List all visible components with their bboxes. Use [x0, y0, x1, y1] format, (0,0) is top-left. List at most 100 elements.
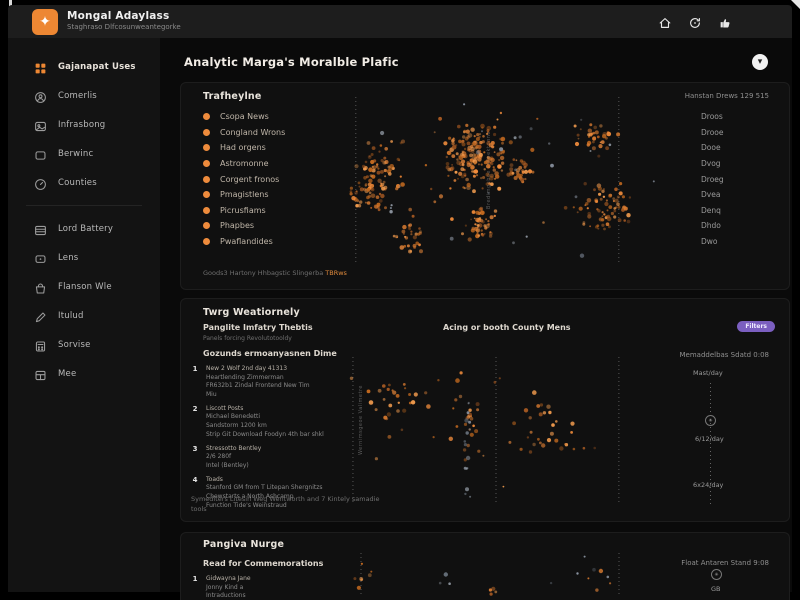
card2-column1-subtitle: Panels forcing Revolutotooldy: [203, 335, 292, 342]
card2-timeline-top-label: Mast/day: [693, 369, 723, 377]
list-item-line: Liscott Posts: [206, 405, 324, 414]
legend-row[interactable]: Pwaflandides: [203, 234, 285, 250]
card2-filter-badge[interactable]: Filters: [737, 321, 775, 332]
legend-row[interactable]: Picrusfiams: [203, 203, 285, 219]
card1-title: Trafheylne: [203, 91, 262, 102]
page-action-button[interactable]: ▾: [752, 54, 768, 70]
list-item-line: Stanford GM from T Litepan Shergnitzs: [206, 484, 323, 493]
card-weather-summary: Twrg Weatiornely Panglite Imfatry Thebti…: [180, 298, 790, 522]
list-item-line: FR632b1 Zindal Frontend New Tim: [206, 382, 310, 391]
card2-timeline-glyph-icon: ✳: [705, 415, 716, 426]
sidebar-item-counties[interactable]: Counties: [8, 168, 160, 197]
card2-column1-title: Panglite Imfatry Thebtis: [203, 323, 313, 332]
value-cell: Droeg: [701, 171, 724, 187]
refresh-icon[interactable]: [688, 15, 702, 29]
sidebar-item-label: Comerlis: [58, 91, 97, 101]
gauge-icon: [34, 176, 47, 189]
card2-column2-title: Acing or booth County Mens: [443, 323, 571, 332]
user-badge-icon[interactable]: [718, 15, 732, 29]
sidebar-item-label: Sorvise: [58, 340, 91, 350]
legend-dot-icon: [203, 160, 210, 167]
value-cell: Dvog: [701, 156, 724, 172]
legend-label: Astromonne: [220, 159, 269, 168]
sidebar: Gajanapat Uses Comerlis InfrasbongBerwincC…: [8, 38, 160, 592]
sidebar-item-itulud[interactable]: Itulud: [8, 301, 160, 330]
card1-footer-text: Goods3 Hartony Hhbagstic Slingerba: [203, 269, 323, 277]
sidebar-item-mee[interactable]: Mee: [8, 359, 160, 388]
list-item-line: Gidwayna Jane: [206, 575, 251, 584]
home-icon[interactable]: [658, 15, 672, 29]
bag-icon: [34, 280, 47, 293]
legend-dot-icon: [203, 129, 210, 136]
list-item: 3Stressotto Bentley2/6 280fIntel (Bentle…: [191, 445, 339, 471]
legend-row[interactable]: Csopa News: [203, 109, 285, 125]
value-cell: Dooe: [701, 140, 724, 156]
value-cell: Dvea: [701, 187, 724, 203]
legend-row[interactable]: Congland Wrons: [203, 125, 285, 141]
card3-numbered-list: 1 Gidwayna JaneJonny Kind aIntraductions: [191, 575, 339, 600]
legend-label: Pmagistlens: [220, 190, 269, 199]
list-item-line: Sandstorm 1200 km: [206, 422, 324, 431]
legend-row[interactable]: Pmagistlens: [203, 187, 285, 203]
card2-footer: Symediters Litesin Weg Wentworth and 7 K…: [191, 495, 379, 515]
card1-footer-link[interactable]: TBRws: [325, 269, 347, 277]
card1-footer: Goods3 Hartony Hhbagstic Slingerba TBRws: [203, 269, 347, 277]
sidebar-divider: [26, 205, 142, 206]
legend-row[interactable]: Had orgens: [203, 140, 285, 156]
legend-dot-icon: [203, 144, 210, 151]
rows-icon: [34, 222, 47, 235]
sidebar-item-flanson-wle[interactable]: Flanson Wle: [8, 272, 160, 301]
list-item-line: New 2 Wolf 2nd day 41313: [206, 365, 310, 374]
sidebar-item-infrasbong[interactable]: Infrasbong: [8, 110, 160, 139]
sidebar-item-lens[interactable]: Lens: [8, 243, 160, 272]
legend-dot-icon: [203, 207, 210, 214]
list-item-line: Stressotto Bentley: [206, 445, 261, 454]
legend-dot-icon: [203, 176, 210, 183]
list-item-line: Heartlending Zimmerman: [206, 374, 310, 383]
legend-label: Corgent fronos: [220, 175, 279, 184]
list-item-line: Toads: [206, 476, 323, 485]
sidebar-item-label: Mee: [58, 369, 76, 379]
card-pangiva: Pangiva Nurge Read for Commemorations Fl…: [180, 532, 790, 600]
list-item: 1 Gidwayna JaneJonny Kind aIntraductions: [191, 575, 339, 600]
sidebar-item-comerlis[interactable]: Comerlis: [8, 81, 160, 110]
list-item-line: Intraductions: [206, 592, 251, 600]
list-item-number: 2: [191, 405, 199, 440]
app-title: Mongal Adaylass: [67, 11, 181, 23]
sidebar-item-berwinc[interactable]: Berwinc: [8, 139, 160, 168]
list-item: 2 Liscott PostsMichael BenedettiSandstorm…: [191, 405, 339, 440]
legend-label: Phapbes: [220, 221, 254, 230]
card3-glyph-icon: ✳: [711, 569, 722, 580]
list-item-lines: Gidwayna JaneJonny Kind aIntraductions: [206, 575, 251, 600]
value-cell: Dhdo: [701, 218, 724, 234]
sidebar-item-sorvise[interactable]: Sorvise: [8, 330, 160, 359]
sidebar-item-gajanapat-uses[interactable]: Gajanapat Uses: [8, 52, 160, 81]
legend-row[interactable]: Corgent fronos: [203, 171, 285, 187]
list-item-number: 1: [191, 575, 199, 600]
card-trendlines: Trafheylne Hanstan Drews 129 515 Csopa N…: [180, 82, 790, 290]
legend-row[interactable]: Phapbes: [203, 218, 285, 234]
card3-title: Pangiva Nurge: [203, 539, 284, 550]
list-item-lines: Stressotto Bentley2/6 280fIntel (Bentley…: [206, 445, 261, 471]
card2-title: Twrg Weatiornely: [203, 307, 300, 318]
list-item-line: Intel (Bentley): [206, 462, 261, 471]
legend-dot-icon: [203, 113, 210, 120]
image-icon: [34, 118, 47, 131]
card2-section-title: Gozunds ermoanyasnen Dime: [203, 349, 337, 358]
sidebar-item-label: Itulud: [58, 311, 84, 321]
message-icon: [34, 251, 47, 264]
legend-row[interactable]: Astromonne: [203, 156, 285, 172]
sidebar-item-lord-battery[interactable]: Lord Battery: [8, 214, 160, 243]
app-logo-icon[interactable]: ✦: [32, 9, 58, 35]
sidebar-item-label: Lord Battery: [58, 224, 113, 234]
scatter-canvas: [331, 551, 800, 599]
legend-label: Picrusfiams: [220, 206, 266, 215]
card1-scatter-plot: Bredimgeboe Innpektonne: [336, 95, 666, 267]
card1-values-column: DroosDrooeDooeDvogDroegDveaDenqDhdoDwo: [701, 109, 724, 249]
card2-scatter-plot: Wernimsgeoe Valimetre: [336, 355, 656, 507]
sidebar-item-label: Lens: [58, 253, 78, 263]
app-titles: Mongal Adaylass Staghraso Dlfcosunweante…: [67, 11, 181, 31]
page-title: Analytic Marga's Moralble Plafic: [184, 55, 399, 69]
card2-right-meta: Memaddelbas Sdatd 0:08: [679, 351, 769, 359]
list-item-line: Michael Benedetti: [206, 413, 324, 422]
